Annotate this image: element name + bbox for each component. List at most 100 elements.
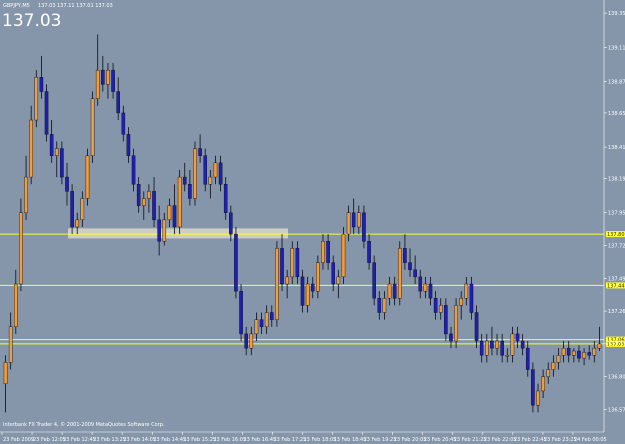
bearish-candle-body [218, 162, 223, 185]
bullish-candle-body [357, 212, 361, 228]
time-tick-label: 23 Feb 13:25 [93, 437, 126, 443]
bearish-candle-body [203, 155, 208, 185]
bearish-candle-body [39, 77, 44, 92]
chart-root: 137.80 137.44 137.06 137.03 139.35 139.11 138… [0, 0, 625, 444]
bullish-candle-body [485, 340, 489, 356]
bearish-candle-body [60, 148, 64, 178]
bearish-candle-body [136, 184, 141, 206]
bearish-candle-body [351, 212, 356, 228]
bullish-candle-body [387, 283, 392, 299]
bullish-candle-body [95, 69, 100, 99]
bullish-candle-body [397, 248, 402, 299]
time-tick-label: 23 Feb 14:45 [153, 437, 186, 443]
time-tick-label: 24 Feb 00:05 [574, 437, 607, 443]
bullish-candle-body [167, 205, 172, 221]
bullish-candle-body [556, 355, 561, 363]
price-tick-label: 138.19 [608, 177, 625, 183]
bearish-candle-body [428, 283, 433, 299]
bearish-candle-body [229, 212, 233, 235]
bullish-candle-body [382, 298, 387, 313]
time-tick-label: 23 Feb 16:05 [213, 437, 246, 443]
bearish-candle-body [295, 248, 300, 278]
bullish-candle-body [75, 219, 80, 228]
price-tick-label: 138.87 [608, 80, 625, 86]
bullish-candle-body [464, 283, 469, 299]
bearish-candle-body [531, 369, 535, 406]
bearish-candle-body [111, 69, 115, 92]
bullish-candle-body [290, 248, 295, 278]
time-tick-label: 23 Feb 12:05 [33, 437, 66, 443]
bearish-candle-body [157, 219, 161, 242]
time-tick-label: 23 Feb 2009 [3, 437, 34, 443]
bullish-candle-body [34, 77, 39, 121]
bullish-candle-body [54, 148, 59, 156]
symbol-header: GBPJPY,M5 [3, 3, 30, 9]
bearish-candle-body [172, 205, 177, 228]
bullish-candle-body [346, 212, 351, 235]
bullish-candle-body [90, 98, 95, 156]
time-tick-label: 23 Feb 20:05 [394, 437, 427, 443]
bearish-candle-body [377, 298, 382, 313]
bearish-candle-body [469, 283, 474, 313]
bullish-candle-body [193, 148, 197, 199]
bullish-candle-body [8, 326, 13, 363]
bearish-candle-body [444, 305, 448, 335]
time-tick-label: 23 Feb 16:45 [243, 437, 276, 443]
bearish-candle-body [500, 340, 504, 356]
price-tick-label: 137.26 [608, 309, 625, 315]
bullish-candle-body [551, 362, 556, 370]
bearish-candle-body [566, 347, 571, 356]
price-tick-label: 137.72 [608, 244, 625, 250]
bearish-candle-body [367, 241, 371, 263]
price-tick-label: 138.41 [608, 145, 625, 151]
bearish-candle-body [239, 290, 243, 335]
bullish-candle-body [495, 340, 499, 349]
price-tick-label: 136.57 [608, 407, 625, 413]
bearish-candle-body [131, 155, 136, 185]
bearish-candle-body [244, 333, 248, 349]
price-tick-label: 139.35 [608, 11, 625, 17]
bearish-candle-body [152, 191, 156, 221]
bearish-candle-body [433, 298, 438, 313]
bullish-candle-body [438, 305, 443, 313]
bullish-candle-body [162, 219, 167, 242]
bearish-candle-body [474, 312, 479, 342]
bullish-candle-body [316, 262, 320, 292]
bearish-candle-body [70, 191, 74, 228]
time-tick-label: 23 Feb 12:45 [63, 437, 96, 443]
bullish-candle-body [321, 241, 325, 263]
support-zone [68, 228, 288, 239]
bullish-candle-body [459, 298, 463, 306]
time-tick-label: 23 Feb 14:05 [123, 437, 156, 443]
bearish-candle-body [403, 248, 407, 263]
bearish-candle-body [223, 184, 228, 213]
level-price-label: 137.80 [607, 232, 625, 238]
bullish-candle-body [208, 176, 213, 185]
bearish-candle-body [65, 176, 69, 192]
time-tick-label: 23 Feb 15:25 [183, 437, 216, 443]
bullish-candle-body [561, 347, 566, 356]
bullish-candle-body [80, 198, 85, 221]
bearish-candle-body [44, 91, 49, 135]
price-tick-label: 137.95 [608, 211, 625, 217]
bullish-candle-body [29, 119, 33, 178]
bearish-candle-body [198, 148, 202, 156]
bearish-candle-body [269, 312, 274, 320]
bullish-candle-body [3, 362, 8, 385]
time-tick-label: 23 Feb 22:45 [514, 437, 547, 443]
bullish-candle-body [19, 212, 23, 285]
time-tick-label: 23 Feb 17:25 [273, 437, 306, 443]
bearish-candle-body [259, 319, 264, 327]
bearish-candle-body [326, 241, 330, 263]
time-tick-label: 23 Feb 18:45 [334, 437, 367, 443]
bullish-candle-body [254, 319, 259, 335]
bearish-candle-body [413, 269, 417, 278]
bearish-candle-body [577, 350, 581, 359]
bearish-candle-body [490, 340, 494, 349]
bearish-candle-body [372, 262, 376, 299]
bearish-candle-body [449, 333, 453, 342]
bullish-candle-body [177, 176, 182, 228]
current-price-display: 137.03 [2, 11, 61, 31]
bullish-candle-body [147, 191, 151, 199]
bullish-candle-body [85, 155, 90, 199]
